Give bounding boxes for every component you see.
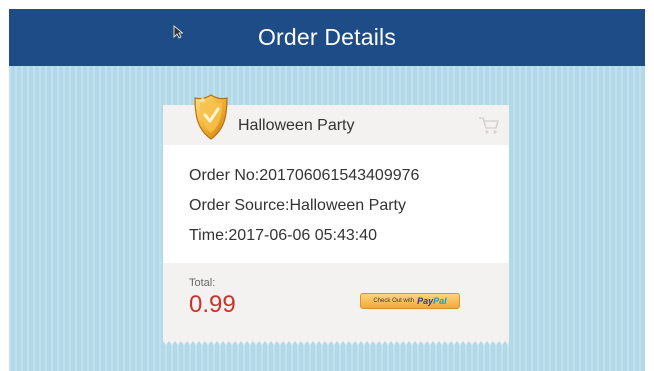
order-number: Order No:201706061543409976 xyxy=(189,167,420,184)
order-time: Time:2017-06-06 05:43:40 xyxy=(189,227,377,244)
mouse-cursor-icon xyxy=(173,25,183,39)
order-total-section: Total: 0.99 Check Out with PayPal xyxy=(163,263,509,337)
page-title: Order Details xyxy=(257,24,397,50)
paypal-checkout-button[interactable]: Check Out with PayPal xyxy=(360,293,460,309)
total-value: 0.99 xyxy=(189,291,236,318)
shield-badge-icon xyxy=(194,94,228,140)
paypal-logo-pay: Pay xyxy=(417,296,434,306)
paypal-logo-pal: Pal xyxy=(433,296,447,306)
order-card-header: Halloween Party xyxy=(163,94,509,145)
paypal-button-label: Check Out with xyxy=(373,298,415,304)
order-card: Halloween Party Order No:201706061543409… xyxy=(163,94,509,345)
title-bar: Order Details xyxy=(9,9,645,66)
app-screen: Order Details Halloween Party Order No:2… xyxy=(9,9,645,371)
receipt-torn-edge xyxy=(163,336,509,345)
order-details: Order No:201706061543409976 Order Source… xyxy=(163,145,509,263)
shopping-cart-icon xyxy=(479,117,499,134)
order-source: Order Source:Halloween Party xyxy=(189,197,406,214)
total-label: Total: xyxy=(189,277,216,289)
paypal-logo: PayPal xyxy=(417,296,447,306)
order-name: Halloween Party xyxy=(238,117,355,134)
